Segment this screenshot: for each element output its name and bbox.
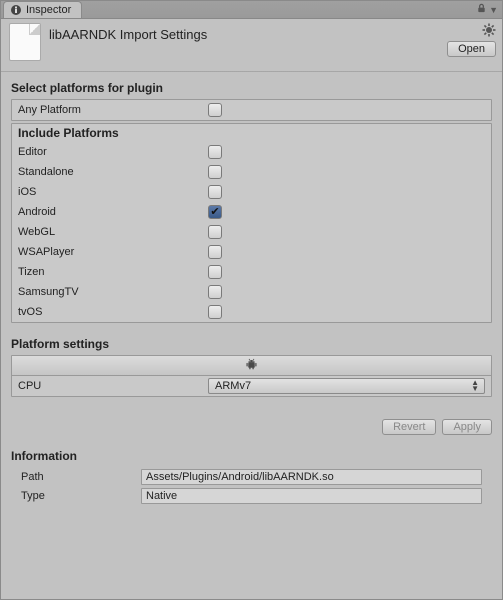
include-platforms-heading: Include Platforms: [12, 124, 491, 142]
revert-button[interactable]: Revert: [382, 419, 436, 435]
platform-settings-box: CPU ARMv7 ▲▼: [11, 355, 492, 397]
platform-checkbox-standalone[interactable]: [208, 165, 222, 179]
cpu-row: CPU ARMv7 ▲▼: [12, 376, 491, 396]
platform-row-editor: Editor: [12, 142, 491, 162]
platform-row-tvos: tvOS: [12, 302, 491, 322]
platform-label: Standalone: [18, 166, 208, 178]
any-platform-row: Any Platform: [12, 100, 491, 120]
inspector-panel: Inspector ▼ libAARNDK Import Settings Op…: [0, 0, 503, 600]
any-platform-checkbox[interactable]: [208, 103, 222, 117]
platform-settings-heading: Platform settings: [11, 337, 492, 351]
platform-row-standalone: Standalone: [12, 162, 491, 182]
platform-checkbox-editor[interactable]: [208, 145, 222, 159]
open-button[interactable]: Open: [447, 41, 496, 57]
page-title: libAARNDK Import Settings: [49, 23, 207, 42]
tab-inspector[interactable]: Inspector: [3, 1, 82, 18]
platform-checkbox-tizen[interactable]: [208, 265, 222, 279]
platform-row-ios: iOS: [12, 182, 491, 202]
info-type-row: Type Native: [11, 486, 492, 505]
platform-label: Android: [18, 206, 208, 218]
android-icon: [245, 358, 258, 374]
lock-icon[interactable]: [476, 3, 487, 17]
platform-label: tvOS: [18, 306, 208, 318]
platform-row-wsaplayer: WSAPlayer: [12, 242, 491, 262]
platform-label: SamsungTV: [18, 286, 208, 298]
info-path-row: Path Assets/Plugins/Android/libAARNDK.so: [11, 467, 492, 486]
platform-row-android: Android✔: [12, 202, 491, 222]
platform-row-samsungtv: SamsungTV: [12, 282, 491, 302]
info-type-label: Type: [21, 490, 141, 502]
platform-label: Editor: [18, 146, 208, 158]
platform-row-tizen: Tizen: [12, 262, 491, 282]
platform-checkbox-android[interactable]: ✔: [208, 205, 222, 219]
tab-menu-icon[interactable]: ▼: [489, 5, 498, 15]
any-platform-label: Any Platform: [18, 104, 208, 116]
information-section: Information Path Assets/Plugins/Android/…: [1, 449, 502, 515]
file-icon: [9, 23, 41, 61]
platforms-section: Select platforms for plugin Any Platform…: [1, 73, 502, 335]
platform-checkbox-samsungtv[interactable]: [208, 285, 222, 299]
apply-button[interactable]: Apply: [442, 419, 492, 435]
actions-row: Revert Apply: [1, 409, 502, 449]
platform-label: WSAPlayer: [18, 246, 208, 258]
platform-checkbox-wsaplayer[interactable]: [208, 245, 222, 259]
info-path-field: Assets/Plugins/Android/libAARNDK.so: [141, 469, 482, 485]
tab-bar-controls: ▼: [476, 3, 498, 17]
platform-label: iOS: [18, 186, 208, 198]
any-platform-box: Any Platform: [11, 99, 492, 121]
cpu-dropdown[interactable]: ARMv7 ▲▼: [208, 378, 485, 394]
platform-checkbox-tvos[interactable]: [208, 305, 222, 319]
info-type-field: Native: [141, 488, 482, 504]
info-icon: [10, 4, 22, 16]
info-path-label: Path: [21, 471, 141, 483]
cpu-value: ARMv7: [215, 380, 251, 392]
platforms-heading: Select platforms for plugin: [11, 81, 492, 95]
platform-row-webgl: WebGL: [12, 222, 491, 242]
platform-checkbox-ios[interactable]: [208, 185, 222, 199]
platform-settings-section: Platform settings CPU ARMv7 ▲▼: [1, 335, 502, 409]
platform-checkbox-webgl[interactable]: [208, 225, 222, 239]
updown-icon: ▲▼: [471, 380, 478, 392]
information-heading: Information: [11, 449, 492, 463]
tab-bar: Inspector ▼: [1, 1, 502, 19]
platform-label: Tizen: [18, 266, 208, 278]
header: libAARNDK Import Settings Open: [1, 19, 502, 71]
tab-label: Inspector: [26, 4, 71, 16]
cpu-label: CPU: [18, 380, 208, 392]
gear-icon[interactable]: [482, 23, 496, 37]
platform-tab-android[interactable]: [12, 356, 491, 376]
include-platforms-box: Include Platforms Editor Standalone iOS And…: [11, 123, 492, 323]
platform-label: WebGL: [18, 226, 208, 238]
